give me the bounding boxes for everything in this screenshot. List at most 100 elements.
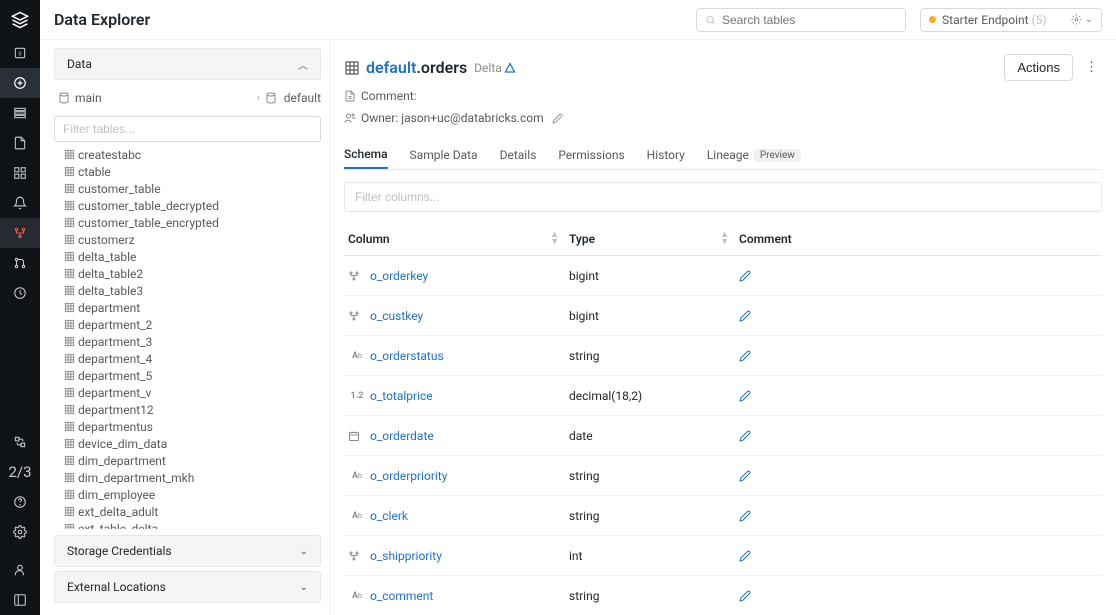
table-tree-item[interactable]: department <box>54 299 325 316</box>
table-icon <box>64 217 78 228</box>
table-tree-item[interactable]: ctable <box>54 163 325 180</box>
tab-lineage[interactable]: Lineage Preview <box>707 141 801 169</box>
type-icon <box>348 310 366 322</box>
gear-icon[interactable] <box>1071 14 1082 25</box>
column-type: date <box>569 429 739 443</box>
table-tree: createstabcctablecustomer_tablecustomer_… <box>54 146 329 529</box>
data-accordion[interactable]: Data ︿ <box>54 48 321 80</box>
table-icon <box>64 251 78 262</box>
sql-icon[interactable]: S <box>0 38 40 68</box>
header-comment[interactable]: Comment <box>739 232 792 246</box>
tabs: Schema Sample Data Details Permissions Histo… <box>344 141 1102 170</box>
header-type[interactable]: Type <box>569 232 595 246</box>
logo-icon[interactable] <box>0 2 40 38</box>
table-tree-item[interactable]: customer_table_encrypted <box>54 214 325 231</box>
table-icon <box>64 523 78 529</box>
column-name[interactable]: o_orderdate <box>370 429 434 443</box>
column-name[interactable]: o_totalprice <box>370 389 433 403</box>
lineage-icon[interactable] <box>0 248 40 278</box>
column-name[interactable]: o_orderstatus <box>370 349 444 363</box>
kebab-menu[interactable]: ⋮ <box>1081 56 1102 79</box>
catalog-crumb[interactable]: main <box>58 91 102 105</box>
filter-columns-input[interactable] <box>344 182 1102 212</box>
table-tree-item[interactable]: department_v <box>54 384 325 401</box>
filter-tables-input[interactable] <box>54 116 321 142</box>
table-tree-item[interactable]: createstabc <box>54 146 325 163</box>
table-tree-item[interactable]: department_5 <box>54 367 325 384</box>
tab-details[interactable]: Details <box>500 141 537 169</box>
data-explorer-icon[interactable] <box>0 218 40 248</box>
edit-comment-icon[interactable] <box>739 550 751 562</box>
user-icon[interactable] <box>0 555 40 585</box>
edit-comment-icon[interactable] <box>739 470 751 482</box>
column-name[interactable]: o_orderpriority <box>370 469 447 483</box>
tab-permissions[interactable]: Permissions <box>558 141 624 169</box>
chevron-right-icon: › <box>257 93 260 103</box>
edit-comment-icon[interactable] <box>739 590 751 602</box>
edit-owner-icon[interactable] <box>552 113 563 124</box>
column-name[interactable]: o_comment <box>370 589 433 603</box>
table-tree-item[interactable]: delta_table3 <box>54 282 325 299</box>
edit-comment-icon[interactable] <box>739 390 751 402</box>
endpoint-status-dot <box>929 16 936 23</box>
edit-comment-icon[interactable] <box>739 350 751 362</box>
table-tree-item[interactable]: delta_table <box>54 248 325 265</box>
table-icon <box>64 404 78 415</box>
tab-schema[interactable]: Schema <box>344 141 388 169</box>
endpoint-selector[interactable]: Starter Endpoint (5) ⌄ <box>920 8 1102 32</box>
header-column[interactable]: Column <box>348 232 390 246</box>
actions-button[interactable]: Actions <box>1004 54 1073 81</box>
table-tree-item[interactable]: customerz <box>54 231 325 248</box>
column-name[interactable]: o_clerk <box>370 509 408 523</box>
type-icon: 1.2 <box>348 390 366 401</box>
table-icon <box>344 60 360 76</box>
shortcuts-icon[interactable] <box>0 427 40 457</box>
progress-badge[interactable]: 2/3 <box>0 457 40 487</box>
settings-icon[interactable] <box>0 517 40 547</box>
table-tree-item[interactable]: department_2 <box>54 316 325 333</box>
edit-comment-icon[interactable] <box>739 510 751 522</box>
tab-history[interactable]: History <box>647 141 685 169</box>
edit-comment-icon[interactable] <box>739 310 751 322</box>
collapse-icon[interactable] <box>0 585 40 615</box>
alerts-icon[interactable] <box>0 188 40 218</box>
table-tree-item[interactable]: delta_table2 <box>54 265 325 282</box>
sort-icon[interactable]: ▲▼ <box>550 232 559 246</box>
catalog-icon <box>58 92 70 104</box>
left-rail: S 2/3 <box>0 0 40 615</box>
help-icon[interactable] <box>0 487 40 517</box>
sort-icon[interactable]: ▲▼ <box>720 232 729 246</box>
column-name[interactable]: o_shippriority <box>370 549 442 563</box>
chevron-down-icon: ⌄ <box>300 582 308 593</box>
search-tables-input[interactable] <box>722 13 897 27</box>
table-tree-item[interactable]: dim_department_mkh <box>54 469 325 486</box>
queries-icon[interactable] <box>0 98 40 128</box>
schema-crumb[interactable]: default <box>265 91 321 105</box>
table-tree-item[interactable]: customer_table_decrypted <box>54 197 325 214</box>
table-tree-item[interactable]: device_dim_data <box>54 435 325 452</box>
column-name[interactable]: o_custkey <box>370 309 423 323</box>
storage-credentials-accordion[interactable]: Storage Credentials ⌄ <box>54 535 321 567</box>
grid-icon[interactable] <box>0 158 40 188</box>
external-locations-accordion[interactable]: External Locations ⌄ <box>54 571 321 603</box>
table-tree-item[interactable]: dim_department <box>54 452 325 469</box>
tab-sample-data[interactable]: Sample Data <box>410 141 478 169</box>
table-tree-item[interactable]: departmentus <box>54 418 325 435</box>
table-tree-item[interactable]: department12 <box>54 401 325 418</box>
owner-value: jason+uc@databricks.com <box>401 111 543 125</box>
table-tree-item[interactable]: department_3 <box>54 333 325 350</box>
table-tree-item[interactable]: department_4 <box>54 350 325 367</box>
table-tree-item[interactable]: ext_delta_adult <box>54 503 325 520</box>
new-icon[interactable] <box>0 68 40 98</box>
edit-comment-icon[interactable] <box>739 270 751 282</box>
table-tree-item[interactable]: customer_table <box>54 180 325 197</box>
column-name[interactable]: o_orderkey <box>370 269 428 283</box>
comment-row: Comment: <box>344 89 1102 103</box>
edit-comment-icon[interactable] <box>739 430 751 442</box>
table-tree-item[interactable]: ext_table_delta <box>54 520 325 529</box>
table-tree-item[interactable]: dim_employee <box>54 486 325 503</box>
search-tables[interactable] <box>696 8 906 32</box>
svg-text:S: S <box>18 51 21 57</box>
dashboards-icon[interactable] <box>0 128 40 158</box>
history-icon[interactable] <box>0 278 40 308</box>
